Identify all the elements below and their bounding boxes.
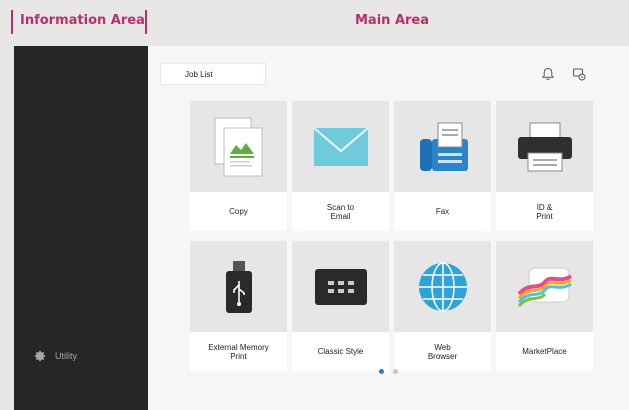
header-bar: Information Area Main Area bbox=[0, 0, 629, 46]
page-dot-2[interactable] bbox=[393, 369, 398, 374]
copy-icon bbox=[214, 117, 262, 176]
app-copy[interactable]: Copy bbox=[190, 101, 287, 231]
app-marketplace[interactable]: MarketPlace bbox=[496, 241, 593, 371]
globe-icon bbox=[418, 261, 467, 312]
usb-icon bbox=[225, 260, 252, 313]
information-area-title: Information Area bbox=[20, 13, 145, 28]
fax-icon bbox=[419, 122, 468, 171]
app-web-browser-image bbox=[394, 241, 491, 332]
app-id-print-image bbox=[496, 101, 593, 192]
job-list-button[interactable]: Job List bbox=[160, 63, 266, 85]
app-web-browser[interactable]: Web Browser bbox=[394, 241, 491, 371]
app-fax-label: Fax bbox=[435, 207, 450, 216]
app-marketplace-image bbox=[496, 241, 593, 332]
header-divider-left bbox=[11, 10, 13, 34]
envelope-icon bbox=[312, 126, 369, 166]
page-indicator bbox=[379, 369, 398, 374]
app-external-memory-print[interactable]: External Memory Print bbox=[190, 241, 287, 371]
app-scan-to-email-image bbox=[292, 101, 389, 192]
page-dot-1[interactable] bbox=[379, 369, 384, 374]
app-fax[interactable]: Fax bbox=[394, 101, 491, 231]
header-divider-right bbox=[145, 10, 147, 34]
app-id-print[interactable]: ID & Print bbox=[496, 101, 593, 231]
app-classic-style[interactable]: Classic Style bbox=[292, 241, 389, 371]
app-fax-image bbox=[394, 101, 491, 192]
gear-icon bbox=[34, 350, 46, 362]
classic-style-icon bbox=[314, 268, 367, 305]
app-external-memory-print-image bbox=[190, 241, 287, 332]
app-copy-label: Copy bbox=[229, 207, 248, 216]
app-scan-to-email-label: Scan to Email bbox=[326, 202, 355, 221]
utility-button[interactable]: Utility bbox=[33, 349, 77, 363]
information-area: Utility bbox=[14, 46, 148, 410]
app-external-memory-print-label: External Memory Print bbox=[208, 342, 269, 361]
bell-icon[interactable] bbox=[540, 66, 556, 82]
printer-icon bbox=[517, 122, 572, 171]
app-web-browser-label: Web Browser bbox=[427, 342, 458, 361]
utility-label: Utility bbox=[55, 351, 77, 361]
app-scan-to-email[interactable]: Scan to Email bbox=[292, 101, 389, 231]
app-id-print-label: ID & Print bbox=[536, 202, 553, 221]
marketplace-icon bbox=[516, 267, 572, 307]
app-classic-style-image bbox=[292, 241, 389, 332]
app-copy-image bbox=[190, 101, 287, 192]
app-marketplace-label: MarketPlace bbox=[522, 347, 567, 356]
message-icon[interactable] bbox=[571, 66, 587, 82]
main-area: Job List Copy Scan to Email Fax ID & Pri… bbox=[148, 46, 629, 410]
app-classic-style-label: Classic Style bbox=[317, 347, 364, 356]
main-area-title: Main Area bbox=[355, 13, 430, 28]
